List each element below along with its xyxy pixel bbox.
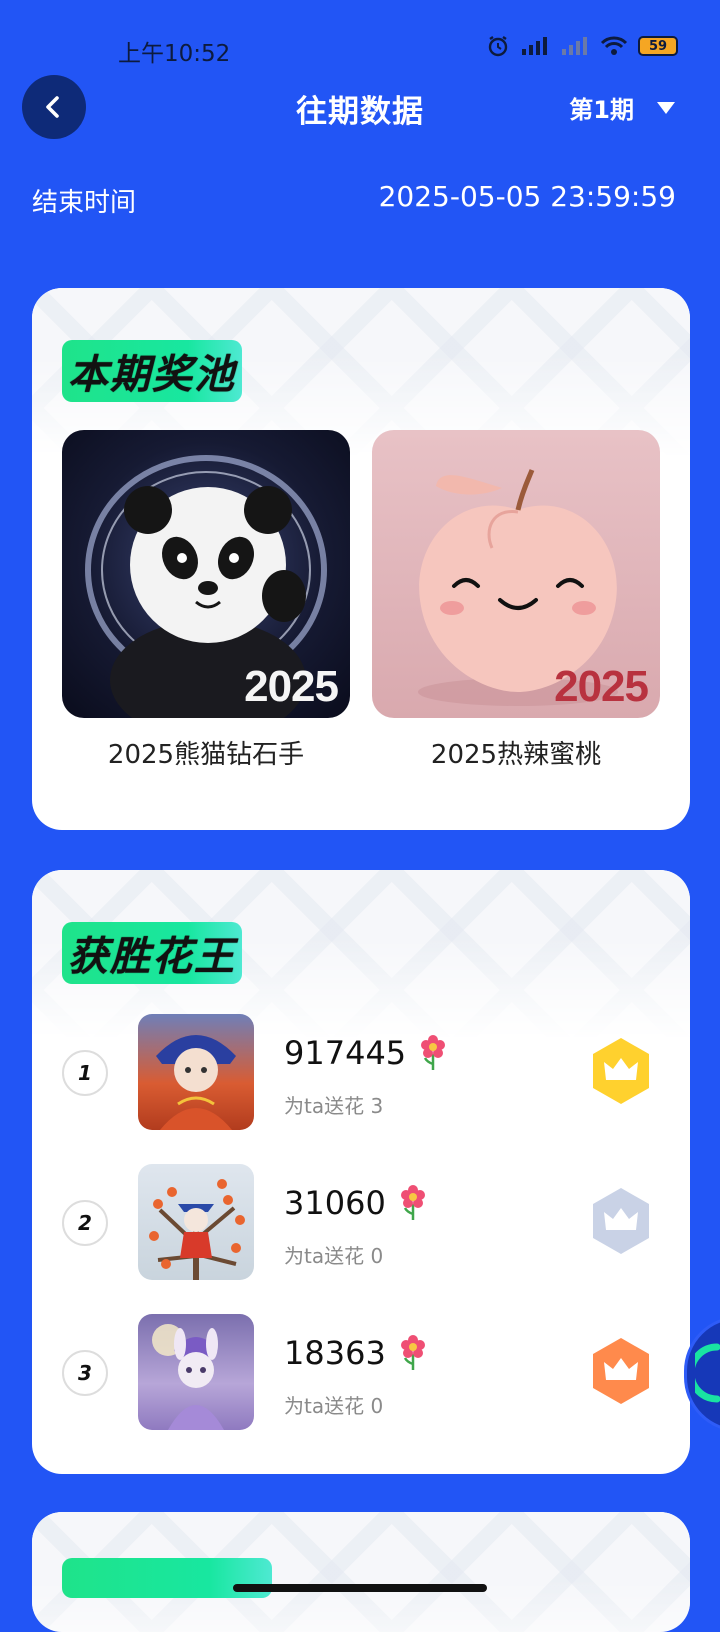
flower-icon — [400, 1335, 425, 1370]
flower-icon — [400, 1185, 425, 1220]
prize-name: 2025熊猫钻石手 — [107, 740, 305, 770]
avatar — [138, 1164, 254, 1280]
rank-number: 3 — [62, 1350, 108, 1396]
home-indicator — [233, 1584, 487, 1592]
crown-silver-icon — [593, 1188, 649, 1254]
signal-weak-icon — [562, 37, 587, 55]
crown-gold-icon — [593, 1038, 649, 1104]
prize-year-tag: 2025 — [244, 662, 339, 711]
prize-item-panda[interactable]: 2025 2025熊猫钻石手 — [62, 430, 350, 771]
winners-card: 获胜花王 1 917445 为ta送花 3 2 31060 为ta送花 0 3 … — [32, 870, 690, 1474]
period-dropdown[interactable]: 第1期 — [569, 90, 676, 125]
alarm-icon — [488, 36, 508, 57]
status-time: 上午10:52 — [118, 41, 231, 67]
end-time-label: 结束时间 — [32, 188, 137, 218]
winner-row[interactable]: 1 917445 为ta送花 3 — [32, 1014, 690, 1132]
next-card-title-highlight — [62, 1558, 272, 1598]
score: 31060 — [284, 1184, 428, 1222]
gift-count: 为ta送花 0 — [284, 1394, 384, 1418]
rank-number: 1 — [62, 1050, 108, 1096]
period-label: 第1期 — [569, 96, 634, 124]
avatar — [138, 1314, 254, 1430]
next-card — [32, 1512, 690, 1632]
score: 18363 — [284, 1334, 428, 1372]
caret-down-icon — [657, 101, 675, 114]
prize-name: 2025热辣蜜桃 — [430, 740, 602, 770]
side-widget-icon — [695, 1343, 720, 1403]
prize-year-tag: 2025 — [554, 662, 649, 711]
peach-image: 2025 — [372, 430, 660, 718]
winners-title: 获胜花王 — [62, 922, 242, 984]
panda-image: 2025 — [62, 430, 350, 718]
prize-item-peach[interactable]: 2025 2025热辣蜜桃 — [372, 430, 660, 771]
gift-count: 为ta送花 0 — [284, 1244, 384, 1268]
prize-pool-card: 本期奖池 2025 2025熊猫钻石手 2025 2025热辣蜜桃 — [32, 288, 690, 830]
score-value: 18363 — [284, 1334, 386, 1372]
battery-level: 59 — [648, 38, 668, 54]
gift-count: 为ta送花 3 — [284, 1094, 384, 1118]
status-icons: 59 — [486, 34, 678, 58]
signal-icon — [522, 37, 547, 55]
crown-bronze-icon — [593, 1338, 649, 1404]
wifi-icon — [600, 36, 628, 55]
score: 917445 — [284, 1034, 448, 1072]
flower-icon — [421, 1035, 446, 1070]
score-value: 31060 — [284, 1184, 386, 1222]
battery-icon: 59 — [638, 36, 678, 56]
end-time-row: 结束时间 2025-05-05 23:59:59 — [32, 178, 676, 218]
rank-number: 2 — [62, 1200, 108, 1246]
winner-row[interactable]: 2 31060 为ta送花 0 — [32, 1164, 690, 1282]
avatar — [138, 1014, 254, 1130]
header: 往期数据 第1期 — [0, 72, 720, 144]
end-time-value: 2025-05-05 23:59:59 — [378, 180, 676, 213]
score-value: 917445 — [284, 1034, 407, 1072]
winner-row[interactable]: 3 18363 为ta送花 0 — [32, 1314, 690, 1432]
prize-pool-title: 本期奖池 — [62, 340, 242, 402]
